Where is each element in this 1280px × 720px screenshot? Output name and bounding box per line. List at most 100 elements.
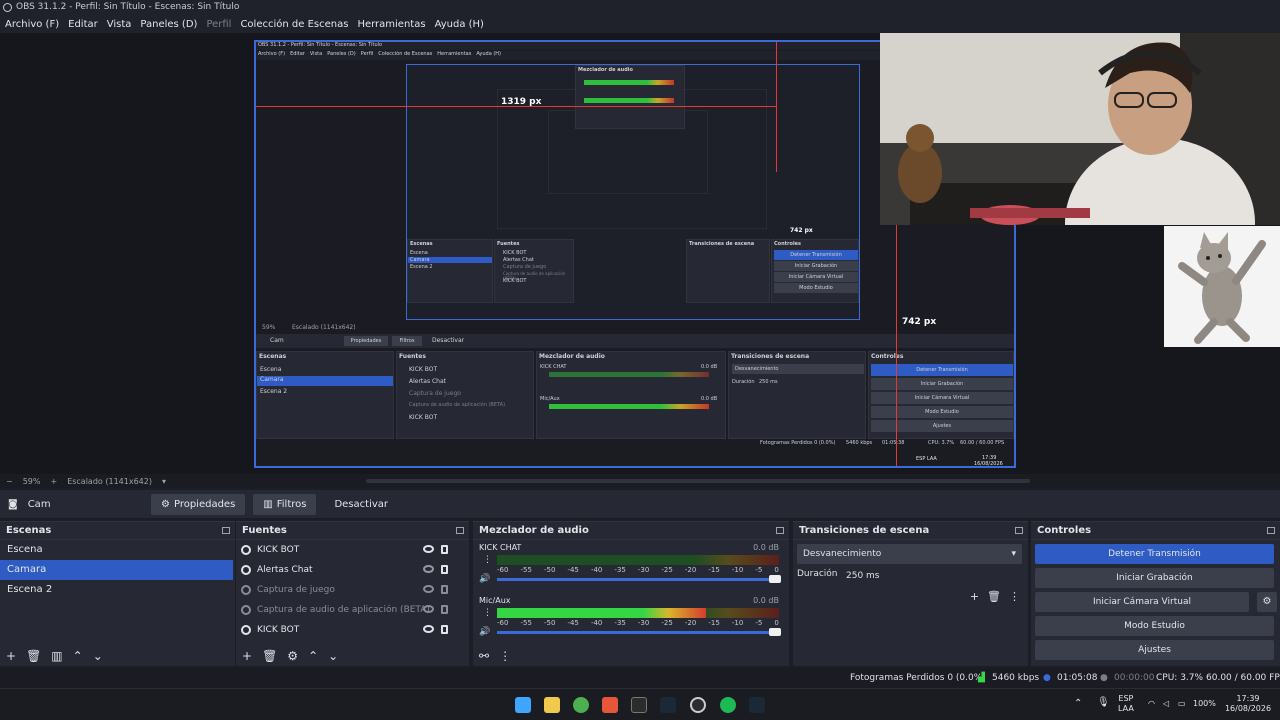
source-item[interactable]: KICK BOT [236,540,469,560]
steam-icon[interactable] [660,697,676,713]
menu-docks[interactable]: Paneles (D) [140,19,197,30]
properties-button[interactable]: ⚙ Propiedades [151,493,246,515]
lock-icon[interactable] [441,565,448,574]
eye-hidden-icon[interactable] [423,585,434,593]
undock-icon[interactable] [222,527,230,534]
menu-help[interactable]: Ayuda (H) [435,19,484,30]
battery-icon[interactable]: ▭ [1178,699,1186,709]
nested-source-item: Alertas Chat [409,378,447,385]
horizontal-scrollbar[interactable] [366,479,1030,483]
speaker-icon[interactable]: 🔊 [479,627,490,637]
volume-slider[interactable] [497,628,781,636]
move-down-icon[interactable]: ⌄ [93,649,103,663]
volume-meter [497,555,779,565]
transition-select[interactable]: Desvanecimiento [797,544,1022,564]
nested-status-cpu: CPU: 3.7% [928,440,955,446]
microphone-icon[interactable]: 🎙 [1097,698,1110,708]
brave-icon[interactable] [602,697,618,713]
channel-menu-icon[interactable]: ⋮ [483,608,492,618]
settings-button[interactable]: Ajustes [1035,640,1274,660]
scene-item-escena-2[interactable]: Escena 2 [0,580,235,600]
controls-header: Controles [1031,522,1280,540]
menu-view[interactable]: Vista [107,19,132,30]
source-item-label: Captura de juego [257,585,335,595]
scene-item-camara[interactable]: Camara [0,560,233,580]
channel-menu-icon[interactable]: ⋮ [483,555,492,565]
scene-item-escena[interactable]: Escena [0,540,235,560]
eye-icon[interactable] [423,625,434,633]
slider-handle[interactable] [769,575,781,583]
eye-hidden-icon[interactable] [423,565,434,573]
deactivate-button[interactable]: Desactivar [324,494,398,515]
menu-scene-collection[interactable]: Colección de Escenas [240,19,348,30]
tray-overflow-icon[interactable]: ⌃ [1074,699,1082,709]
file-explorer-icon[interactable] [544,697,560,713]
undock-icon[interactable] [776,527,784,534]
filters-button[interactable]: ▥ Filtros [253,493,317,515]
remove-transition-icon[interactable]: 🗑 [987,590,1001,603]
windows-start-icon[interactable] [515,697,531,713]
advanced-audio-icon[interactable]: ⚯ [479,649,489,663]
source-item[interactable]: Alertas Chat [236,560,469,580]
lock-icon[interactable] [441,545,448,554]
start-recording-button[interactable]: Iniciar Grabación [1035,568,1274,588]
speaker-icon[interactable]: 🔊 [479,574,490,584]
volume-icon[interactable]: ◁ [1163,699,1169,709]
zoom-level[interactable]: 59% [23,477,41,486]
menu-profile[interactable]: Perfil [206,19,231,30]
preview-canvas[interactable]: OBS 31.1.2 - Perfil: Sin Título - Escena… [0,33,1280,474]
eye-hidden-icon[interactable] [423,605,434,613]
start-virtual-camera-button[interactable]: Iniciar Cámara Virtual [1035,592,1249,612]
undock-icon[interactable] [1015,527,1023,534]
undock-icon[interactable] [456,527,464,534]
zoom-in-button[interactable]: + [50,477,57,486]
menu-tools[interactable]: Herramientas [357,19,425,30]
obs-taskbar-icon[interactable] [690,697,706,713]
add-transition-icon[interactable]: + [970,590,979,603]
nested-transitions-panel-large: Transiciones de escena Desvanecimiento D… [728,351,866,439]
undock-icon[interactable] [1267,527,1275,534]
add-scene-icon[interactable]: + [6,649,16,663]
wifi-icon[interactable]: ◠ [1148,699,1155,709]
volume-slider[interactable] [497,575,781,583]
steam-2-icon[interactable] [749,697,765,713]
source-settings-icon[interactable]: ⚙ [287,649,298,663]
mixer-menu-icon[interactable]: ⋮ [499,649,511,663]
transitions-header: Transiciones de escena [793,522,1028,540]
notion-icon[interactable] [631,697,647,713]
filter-scene-icon[interactable]: ▥ [51,649,62,663]
menu-edit[interactable]: Editar [68,19,98,30]
spotify-icon[interactable] [720,697,736,713]
scale-tick: -50 [543,566,556,574]
language-indicator[interactable]: ESP LAA [1118,694,1134,714]
chrome-icon[interactable] [573,697,589,713]
scale-label[interactable]: Escalado (1141x642) [67,477,152,486]
source-item[interactable]: Captura de juego [236,580,469,600]
lock-icon[interactable] [441,585,448,594]
source-item[interactable]: Captura de audio de aplicación (BETA) [236,600,469,620]
move-up-icon[interactable]: ⌃ [308,649,318,663]
clock[interactable]: 17:39 16/08/2026 [1223,694,1273,714]
remove-scene-icon[interactable]: 🗑 [26,649,41,663]
lock-icon[interactable] [441,605,448,614]
duration-input[interactable]: 250 ms [841,566,1022,586]
virtual-camera-settings-icon[interactable]: ⚙ [1257,592,1277,612]
webcam-image[interactable] [880,33,1280,225]
remove-source-icon[interactable]: 🗑 [262,649,277,663]
zoom-out-button[interactable]: − [6,477,13,486]
menu-file[interactable]: Archivo (F) [5,19,59,30]
nested-source-item: Captura de audio de aplicación (BETA) [409,402,506,408]
nested-mixer-db1: 0.0 dB [701,364,718,370]
add-source-icon[interactable]: + [242,649,252,663]
scale-dropdown-icon[interactable]: ▾ [162,477,166,486]
slider-handle[interactable] [769,628,781,636]
eye-icon[interactable] [423,545,434,553]
stop-stream-button[interactable]: Detener Transmisión [1035,544,1274,564]
lock-icon[interactable] [441,625,448,634]
transition-menu-icon[interactable]: ⋮ [1009,590,1020,603]
move-up-icon[interactable]: ⌃ [73,649,83,663]
move-down-icon[interactable]: ⌄ [328,649,338,663]
cat-overlay-image[interactable] [1164,226,1280,347]
studio-mode-button[interactable]: Modo Estudio [1035,616,1274,636]
source-item[interactable]: KICK BOT [236,620,469,640]
